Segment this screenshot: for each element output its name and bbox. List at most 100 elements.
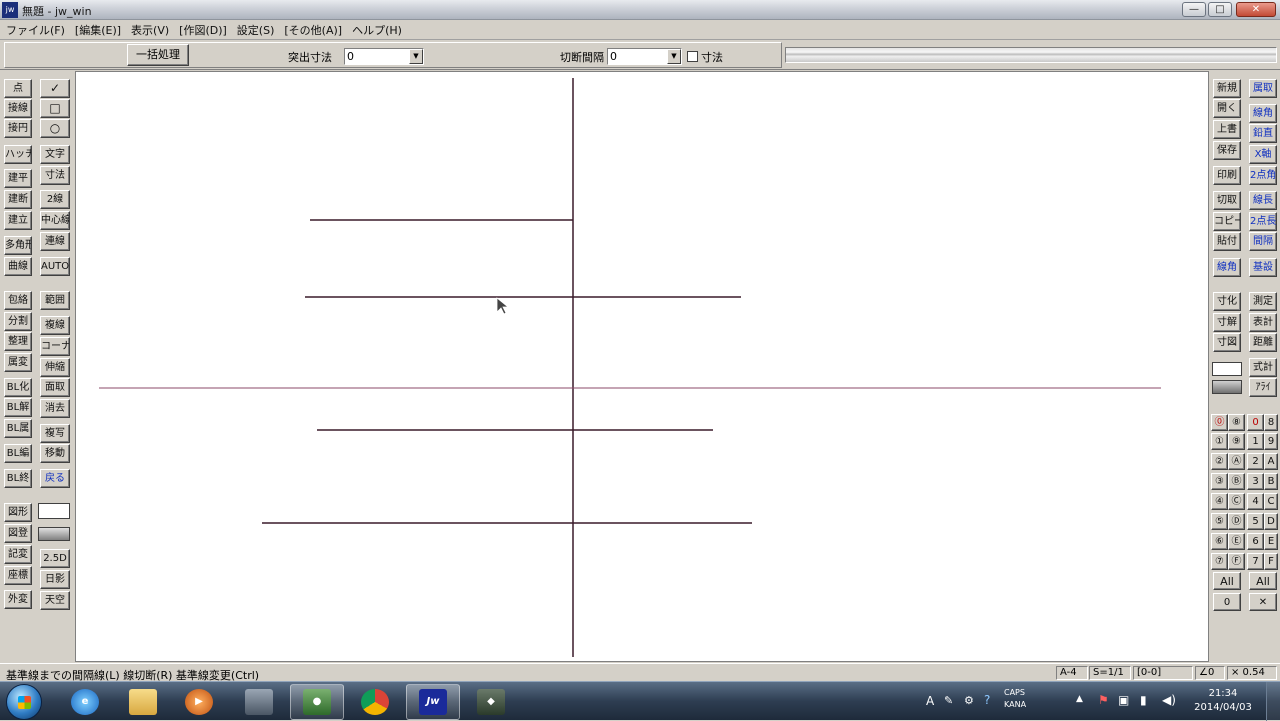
vertical-button[interactable]: 鉛直 bbox=[1249, 124, 1277, 143]
layer-group-button[interactable]: ④ bbox=[1211, 493, 1228, 510]
tool-auto[interactable]: AUTO bbox=[40, 257, 70, 276]
save-button[interactable]: 保存 bbox=[1213, 141, 1241, 160]
tool-dimension[interactable]: 寸法 bbox=[40, 166, 70, 185]
show-desktop-button[interactable] bbox=[1266, 682, 1280, 721]
start-button[interactable] bbox=[6, 684, 42, 720]
attribute-get-button[interactable]: 属取 bbox=[1249, 79, 1277, 98]
clock[interactable]: 21:34 2014/04/03 bbox=[1190, 687, 1256, 715]
app-icon[interactable]: jw bbox=[2, 2, 18, 18]
taskbar-app-explorer[interactable] bbox=[116, 684, 170, 720]
ime-settings-icon[interactable]: ⚙ bbox=[964, 694, 974, 707]
layer-group-button[interactable]: ⓪ bbox=[1211, 414, 1228, 431]
batch-process-button[interactable]: 一括処理 bbox=[127, 44, 189, 66]
dimension-release-button[interactable]: 寸解 bbox=[1213, 313, 1241, 332]
tool-corner[interactable]: コーナー bbox=[40, 337, 70, 356]
help-icon[interactable]: ? bbox=[984, 693, 990, 707]
angle-display[interactable]: ∠0 bbox=[1195, 666, 1225, 680]
layer-group-button[interactable]: ③ bbox=[1211, 473, 1228, 490]
menu-view[interactable]: 表示(V) bbox=[131, 22, 169, 38]
tool-point[interactable]: 点 bbox=[4, 79, 32, 98]
tool-double-line[interactable]: 2線 bbox=[40, 190, 70, 209]
tool-range[interactable]: 範囲 bbox=[40, 291, 70, 310]
close-icon[interactable]: ✕ bbox=[1249, 593, 1277, 611]
tool-block-edit[interactable]: BL編 bbox=[4, 444, 32, 463]
layer-button[interactable]: 5 bbox=[1247, 513, 1264, 530]
layer-group-button[interactable]: Ⓔ bbox=[1228, 533, 1245, 550]
menu-settings[interactable]: 設定(S) bbox=[237, 22, 275, 38]
taskbar-app-chrome[interactable] bbox=[348, 684, 402, 720]
layer-button[interactable]: 8 bbox=[1264, 414, 1278, 431]
tool-coordinate[interactable]: 座標 bbox=[4, 566, 32, 585]
taskbar-app-capture[interactable]: ● bbox=[290, 684, 344, 720]
tool-building-plan[interactable]: 建平 bbox=[4, 169, 32, 188]
dimension-checkbox[interactable] bbox=[687, 51, 698, 62]
chevron-down-icon[interactable]: ▼ bbox=[409, 49, 423, 64]
open-file-button[interactable]: 開く bbox=[1213, 99, 1241, 118]
tool-erase[interactable]: 消去 bbox=[40, 399, 70, 418]
measure-button[interactable]: 測定 bbox=[1249, 292, 1277, 311]
minimize-button[interactable]: — bbox=[1182, 2, 1206, 17]
tool-figure-register[interactable]: 図登 bbox=[4, 524, 32, 543]
rectangle-icon[interactable]: □ bbox=[40, 99, 70, 118]
tool-offset-line[interactable]: 複線 bbox=[40, 316, 70, 335]
x-axis-button[interactable]: X軸 bbox=[1249, 145, 1277, 164]
base-setting-button[interactable]: 基設 bbox=[1249, 258, 1277, 277]
tool-chamfer[interactable]: 面取 bbox=[40, 378, 70, 397]
align-button[interactable]: ｱﾗｲ bbox=[1249, 378, 1277, 397]
overwrite-button[interactable]: 上書 bbox=[1213, 120, 1241, 139]
menu-edit[interactable]: [編集(E)] bbox=[75, 22, 121, 38]
layer-button[interactable]: A bbox=[1264, 453, 1278, 470]
ime-pad-icon[interactable]: ✎ bbox=[944, 694, 953, 707]
interval-combo[interactable]: 0 ▼ bbox=[607, 48, 682, 65]
chevron-down-icon[interactable]: ▼ bbox=[667, 49, 681, 64]
taskbar-app-ie[interactable]: e bbox=[58, 684, 112, 720]
chevron-up-icon[interactable]: ▲ bbox=[1076, 694, 1083, 704]
layer-button[interactable]: 9 bbox=[1264, 433, 1278, 450]
line-length-button[interactable]: 線長 bbox=[1249, 191, 1277, 210]
layer-group-button[interactable]: Ⓒ bbox=[1228, 493, 1245, 510]
taskbar-app-sketch[interactable]: ◆ bbox=[464, 684, 518, 720]
layer-button[interactable]: C bbox=[1264, 493, 1278, 510]
device-icon[interactable]: ▣ bbox=[1118, 693, 1129, 707]
tool-shadow[interactable]: 日影 bbox=[40, 570, 70, 589]
taskbar-app-scanner[interactable] bbox=[232, 684, 286, 720]
layer-group-button[interactable]: ⑨ bbox=[1228, 433, 1245, 450]
layer-group-button[interactable]: ⑧ bbox=[1228, 414, 1245, 431]
scale-display[interactable]: S=1/1 bbox=[1089, 666, 1131, 680]
layer-button[interactable]: 4 bbox=[1247, 493, 1264, 510]
interval-button[interactable]: 間隔 bbox=[1249, 232, 1277, 251]
paste-button[interactable]: 貼付 bbox=[1213, 232, 1241, 251]
close-button[interactable]: ✕ bbox=[1236, 2, 1276, 17]
two-point-angle-button[interactable]: 2点角 bbox=[1249, 166, 1277, 185]
print-button[interactable]: 印刷 bbox=[1213, 166, 1241, 185]
layer-group-button[interactable]: ⑤ bbox=[1211, 513, 1228, 530]
layer-button[interactable]: B bbox=[1264, 473, 1278, 490]
circle-icon[interactable]: ○ bbox=[40, 119, 70, 138]
protrude-combo[interactable]: 0 ▼ bbox=[344, 48, 424, 65]
ime-language[interactable]: A bbox=[926, 694, 934, 708]
tool-sky[interactable]: 天空 bbox=[40, 591, 70, 610]
check-icon[interactable]: ✓ bbox=[40, 79, 70, 98]
tool-building-section[interactable]: 建断 bbox=[4, 190, 32, 209]
tool-hatch[interactable]: ハッチ bbox=[4, 145, 32, 164]
tool-block-end[interactable]: BL終 bbox=[4, 469, 32, 488]
maximize-button[interactable]: □ bbox=[1208, 2, 1232, 17]
tool-curve[interactable]: 曲線 bbox=[4, 257, 32, 276]
taskbar-app-jww[interactable]: Jw bbox=[406, 684, 460, 720]
layer-zero-button[interactable]: 0 bbox=[1213, 593, 1241, 611]
layer-button[interactable]: E bbox=[1264, 533, 1278, 550]
tool-block-create[interactable]: BL化 bbox=[4, 378, 32, 397]
tool-connect-line[interactable]: 連線 bbox=[40, 232, 70, 251]
tool-block-attribute[interactable]: BL属 bbox=[4, 419, 32, 438]
layer-button[interactable]: 7 bbox=[1247, 553, 1264, 570]
taskbar-app-media[interactable]: ▶ bbox=[172, 684, 226, 720]
menu-help[interactable]: ヘルプ(H) bbox=[352, 22, 402, 38]
zoom-display[interactable]: × 0.54 bbox=[1227, 666, 1277, 680]
copy-button[interactable]: コピー bbox=[1213, 212, 1241, 231]
undo-button[interactable]: 戻る bbox=[40, 469, 70, 488]
tool-attribute-change[interactable]: 属変 bbox=[4, 353, 32, 372]
two-point-length-button[interactable]: 2点長 bbox=[1249, 212, 1277, 231]
tool-divide[interactable]: 分割 bbox=[4, 312, 32, 331]
layer-group-button[interactable]: ② bbox=[1211, 453, 1228, 470]
tool-envelope[interactable]: 包絡 bbox=[4, 291, 32, 310]
